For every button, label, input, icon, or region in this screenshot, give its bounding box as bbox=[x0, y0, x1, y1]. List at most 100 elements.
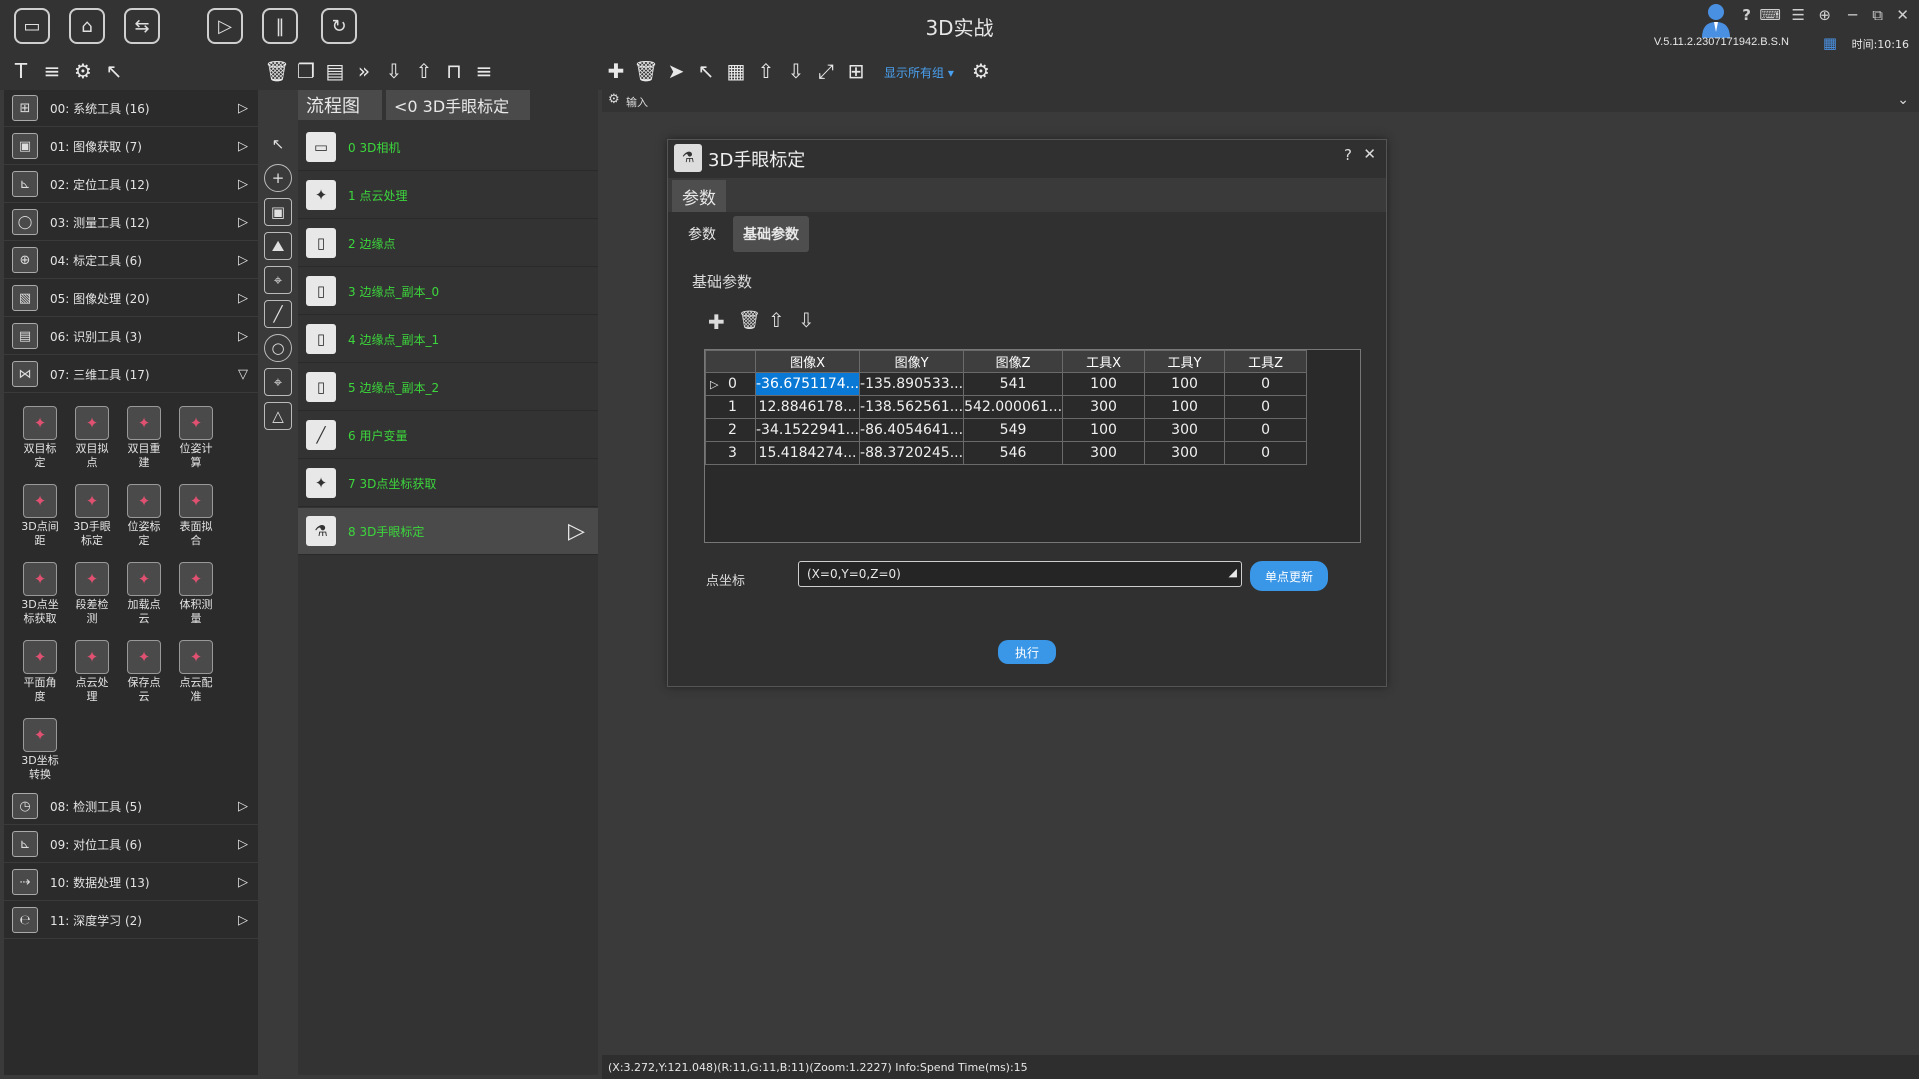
copy-icon[interactable]: ❐ bbox=[293, 58, 319, 84]
table-row[interactable]: 2 -34.1522941... -86.4054641... 549 100 300 0 bbox=[705, 418, 1308, 442]
expand-arrow-icon[interactable]: ▷ bbox=[238, 291, 258, 306]
tool-item[interactable]: ✦ 平面角度 bbox=[14, 640, 66, 702]
settings-icon[interactable]: ⚙ bbox=[968, 58, 994, 84]
help-icon[interactable]: ? bbox=[1742, 6, 1751, 24]
arrow-down-icon[interactable]: ⇩ bbox=[381, 58, 407, 84]
fast-forward-icon[interactable]: » bbox=[351, 58, 377, 84]
row-header[interactable]: ▷ 0 bbox=[705, 372, 756, 396]
category-item[interactable]: ⇢ 10: 数据处理 (13) ▷ bbox=[4, 864, 258, 901]
flow-item[interactable]: ✦ 1 点云处理 bbox=[298, 172, 598, 219]
flow-item[interactable]: ▯ 3 边缘点_副本_0 bbox=[298, 268, 598, 315]
table-cell[interactable]: 300 bbox=[1062, 441, 1146, 465]
column-header[interactable]: 工具Y bbox=[1144, 350, 1226, 373]
tab-group-params[interactable]: 参数 bbox=[672, 180, 726, 212]
table-cell[interactable]: 300 bbox=[1144, 441, 1226, 465]
table-cell[interactable]: 300 bbox=[1144, 418, 1226, 442]
add-circle-icon[interactable]: + bbox=[264, 164, 292, 192]
tool-item[interactable]: ✦ 加载点云 bbox=[118, 562, 170, 624]
move-up-icon[interactable]: ⇧ bbox=[753, 58, 779, 84]
table-cell[interactable]: -135.890533... bbox=[859, 372, 965, 396]
tool-item[interactable]: ✦ 双目拟点 bbox=[66, 406, 118, 468]
expand-arrow-icon[interactable]: ▷ bbox=[238, 177, 258, 192]
expand-arrow-icon[interactable]: ▷ bbox=[238, 215, 258, 230]
collapse-chevron-icon[interactable]: ⌄ bbox=[1897, 92, 1909, 108]
table-row[interactable]: 3 15.4184274... -88.3720245... 546 300 300 0 bbox=[705, 441, 1308, 465]
table-cell[interactable]: 541 bbox=[963, 372, 1064, 396]
category-item[interactable]: ▤ 06: 识别工具 (3) ▷ bbox=[4, 318, 258, 355]
shapes-icon[interactable]: △ bbox=[264, 402, 292, 430]
add-icon[interactable]: ✚ bbox=[603, 58, 629, 84]
column-header[interactable]: 工具Z bbox=[1224, 350, 1308, 373]
table-cell[interactable]: 0 bbox=[1224, 418, 1308, 442]
row-header[interactable]: 3 bbox=[705, 441, 756, 465]
category-item[interactable]: ◯ 03: 测量工具 (12) ▷ bbox=[4, 204, 258, 241]
flow-item[interactable]: ✦ 7 3D点坐标获取 bbox=[298, 460, 598, 507]
user-avatar-icon[interactable] bbox=[1699, 2, 1733, 38]
expand-arrow-icon[interactable]: ▷ bbox=[238, 329, 258, 344]
tab-current-flow[interactable]: <0 3D手眼标定 bbox=[386, 90, 530, 120]
circle-tool-icon[interactable]: ○ bbox=[264, 334, 292, 362]
hamburger-icon[interactable]: ≡ bbox=[471, 58, 497, 84]
send-icon[interactable]: ➤ bbox=[663, 58, 689, 84]
category-item[interactable]: ℮ 11: 深度学习 (2) ▷ bbox=[4, 902, 258, 939]
column-header[interactable]: 图像Z bbox=[963, 350, 1064, 373]
calibrate-icon[interactable]: ⌖ bbox=[264, 368, 292, 396]
row-header[interactable]: 1 bbox=[705, 395, 756, 419]
table-cell[interactable]: 546 bbox=[963, 441, 1064, 465]
trash-icon[interactable]: 🗑 bbox=[633, 58, 659, 84]
expand-arrow-icon[interactable]: ▷ bbox=[238, 913, 258, 928]
line-tool-icon[interactable]: ╱ bbox=[264, 300, 292, 328]
grid-icon[interactable]: ▦ bbox=[1823, 34, 1837, 52]
table-cell[interactable]: 0 bbox=[1224, 395, 1308, 419]
pin-icon[interactable]: ⊕ bbox=[1818, 6, 1831, 24]
tool-item[interactable]: ✦ 双目重建 bbox=[118, 406, 170, 468]
table-cell[interactable]: 549 bbox=[963, 418, 1064, 442]
flow-item[interactable]: ╱ 6 用户变量 bbox=[298, 412, 598, 459]
move-down-icon[interactable]: ⇩ bbox=[783, 58, 809, 84]
category-item[interactable]: ⊞ 00: 系统工具 (16) ▷ bbox=[4, 90, 258, 127]
dialog-help-icon[interactable]: ? bbox=[1344, 146, 1352, 164]
expand-icon[interactable]: ⤢ bbox=[813, 58, 839, 84]
dialog-close-icon[interactable]: ✕ bbox=[1363, 145, 1376, 163]
category-item[interactable]: ⋈ 07: 三维工具 (17) ▽ bbox=[4, 356, 258, 393]
tab-params[interactable]: 参数 bbox=[678, 216, 726, 252]
category-item[interactable]: ▧ 05: 图像处理 (20) ▷ bbox=[4, 280, 258, 317]
single-point-update-button[interactable]: 单点更新 bbox=[1250, 561, 1328, 591]
tool-item[interactable]: ✦ 点云处理 bbox=[66, 640, 118, 702]
table-cell[interactable]: 100 bbox=[1062, 372, 1146, 396]
expand-arrow-icon[interactable]: ▷ bbox=[238, 799, 258, 814]
category-item[interactable]: ▣ 01: 图像获取 (7) ▷ bbox=[4, 128, 258, 165]
cursor-icon[interactable]: ↖ bbox=[693, 58, 719, 84]
table-cell[interactable]: 12.8846178... bbox=[754, 395, 861, 419]
tool-item[interactable]: ✦ 3D点坐 标获取 bbox=[14, 562, 66, 624]
table-cell[interactable]: 15.4184274... bbox=[754, 441, 861, 465]
table-cell[interactable]: 100 bbox=[1062, 418, 1146, 442]
tool-item[interactable]: ✦ 保存点云 bbox=[118, 640, 170, 702]
delete-row-icon[interactable]: 🗑 bbox=[738, 310, 761, 331]
column-header[interactable]: 图像X bbox=[754, 350, 861, 373]
calculator-icon[interactable]: ▦ bbox=[723, 58, 749, 84]
column-header[interactable]: 图像Y bbox=[859, 350, 965, 373]
tiles-icon[interactable]: ⊞ bbox=[843, 58, 869, 84]
flow-item[interactable]: ▯ 2 边缘点 bbox=[298, 220, 598, 267]
category-item[interactable]: ⊾ 09: 对位工具 (6) ▷ bbox=[4, 826, 258, 863]
table-cell[interactable]: -34.1522941... bbox=[754, 418, 861, 442]
gear-small-icon[interactable]: ⚙ bbox=[608, 92, 620, 107]
table-cell[interactable]: 0 bbox=[1224, 441, 1308, 465]
tool-item[interactable]: ✦ 3D点间距 bbox=[14, 484, 66, 546]
tab-basic-params[interactable]: 基础参数 bbox=[733, 216, 809, 252]
tab-flowchart[interactable]: 流程图 bbox=[298, 90, 382, 120]
tool-item[interactable]: ✦ 体积测量 bbox=[170, 562, 222, 624]
table-cell[interactable]: -138.562561... bbox=[859, 395, 965, 419]
expand-arrow-icon[interactable]: ▽ bbox=[238, 367, 258, 382]
flow-item[interactable]: ⚗ 8 3D手眼标定 ▷ bbox=[298, 508, 598, 555]
point-coordinate-select[interactable]: (X=0,Y=0,Z=0) ◢ bbox=[798, 561, 1242, 587]
category-item[interactable]: ⊾ 02: 定位工具 (12) ▷ bbox=[4, 166, 258, 203]
restore-icon[interactable]: ⧉ bbox=[1872, 6, 1883, 24]
image-icon[interactable]: ⛰ bbox=[264, 232, 292, 260]
expand-arrow-icon[interactable]: ▷ bbox=[238, 101, 258, 116]
table-row[interactable]: 1 12.8846178... -138.562561... 542.000061..… bbox=[705, 395, 1308, 419]
flow-item[interactable]: ▭ 0 3D相机 bbox=[298, 124, 598, 171]
table-cell[interactable]: 542.000061... bbox=[963, 395, 1064, 419]
table-cell[interactable]: 300 bbox=[1062, 395, 1146, 419]
